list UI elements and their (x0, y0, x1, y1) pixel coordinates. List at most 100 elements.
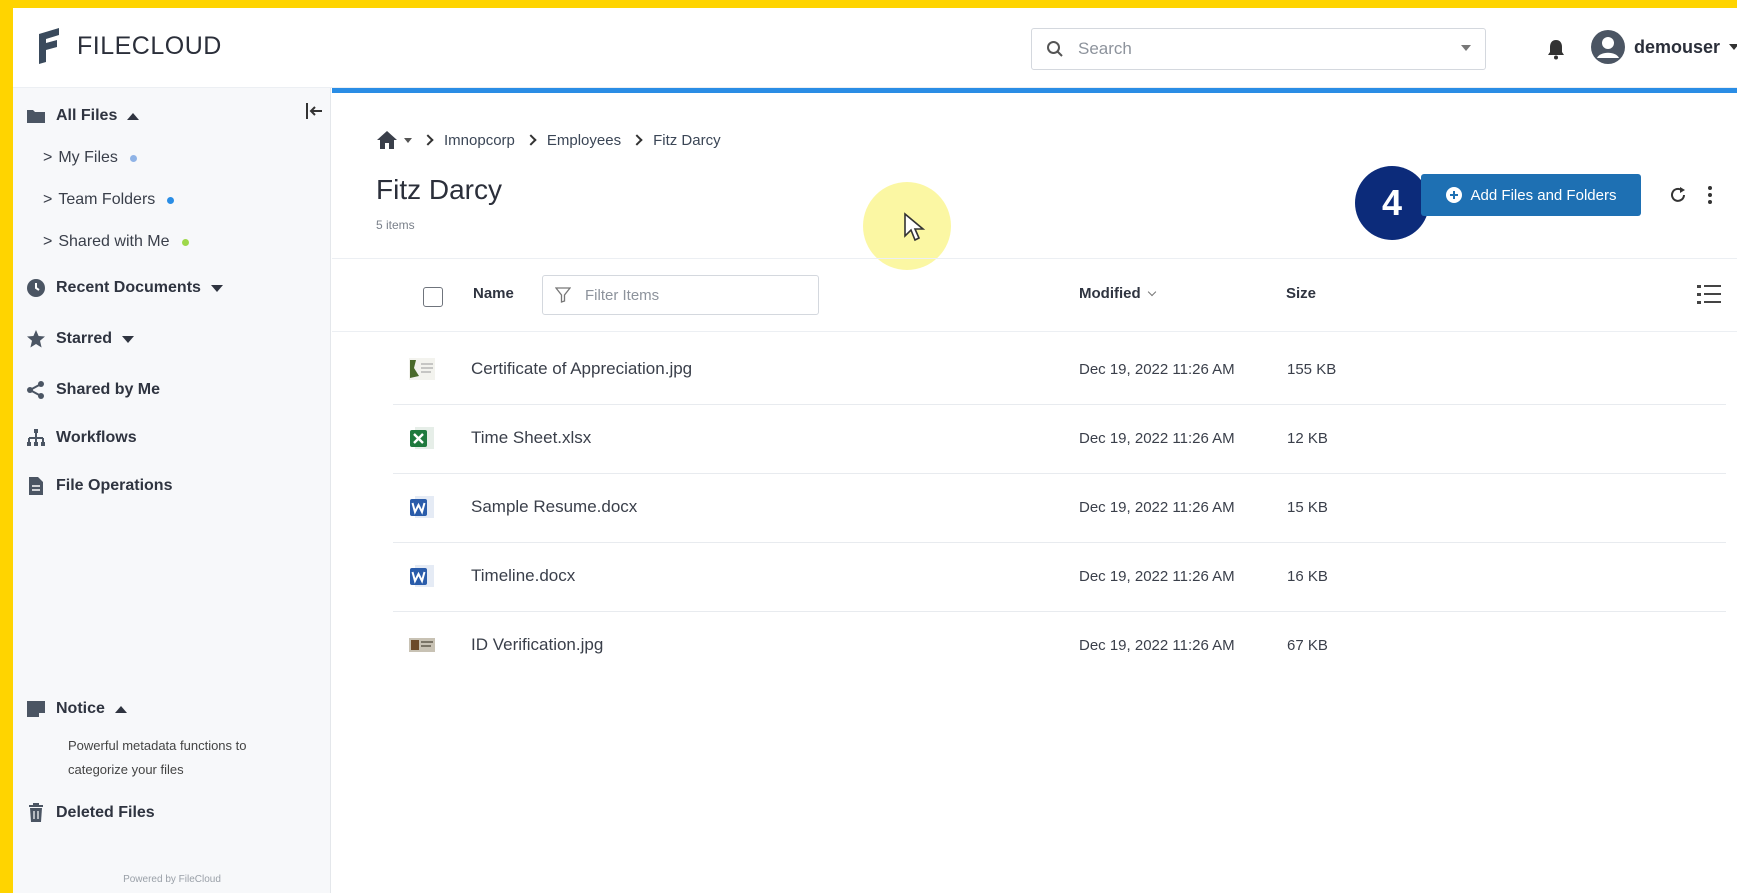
breadcrumb: Imnopcorp Employees Fitz Darcy (376, 130, 721, 150)
chevron-right-icon: > (43, 191, 53, 208)
search-box[interactable] (1031, 28, 1486, 70)
sidebar-item-starred[interactable]: Starred (26, 329, 135, 349)
file-name[interactable]: Certificate of Appreciation.jpg (471, 359, 692, 379)
word-file-icon (410, 565, 434, 587)
column-header-size[interactable]: Size (1286, 285, 1316, 302)
file-name[interactable]: ID Verification.jpg (471, 635, 603, 655)
plus-circle-icon (1445, 187, 1462, 203)
main-panel: Imnopcorp Employees Fitz Darcy Fitz Darc… (332, 88, 1737, 893)
sidebar-item-my-files[interactable]: > My Files (43, 149, 137, 167)
sidebar-item-all-files[interactable]: All Files (26, 106, 140, 126)
loading-progress-bar (332, 88, 1737, 93)
refresh-icon[interactable] (1668, 185, 1688, 205)
column-header-modified[interactable]: Modified (1079, 285, 1156, 302)
file-list: Certificate of Appreciation.jpg Dec 19, … (393, 336, 1726, 681)
sidebar-item-shared-with-me[interactable]: > Shared with Me (43, 233, 189, 251)
sidebar-item-team-folders[interactable]: > Team Folders (43, 191, 175, 209)
file-modified: Dec 19, 2022 11:26 AM (1079, 499, 1235, 516)
file-modified: Dec 19, 2022 11:26 AM (1079, 430, 1235, 447)
file-table-header: Name Modified Size (332, 258, 1737, 332)
filter-icon (555, 287, 571, 303)
file-name[interactable]: Timeline.docx (471, 566, 575, 586)
file-size: 67 KB (1287, 637, 1328, 654)
powered-by-footer: Powered by FileCloud (123, 874, 221, 885)
filter-items-input[interactable] (585, 286, 805, 304)
image-thumbnail-icon (409, 358, 435, 380)
item-count: 5 items (376, 218, 415, 232)
logo-text: FILECLOUD (77, 31, 222, 60)
chevron-down-icon (122, 335, 135, 343)
sidebar-item-shared-by-me[interactable]: Shared by Me (26, 380, 160, 400)
breadcrumb-link-employees[interactable]: Employees (547, 132, 621, 149)
notice-message: Powerful metadata functions to categoriz… (68, 738, 247, 777)
word-file-icon (410, 496, 434, 518)
workflow-icon (27, 429, 45, 446)
chevron-down-icon (210, 284, 223, 292)
table-row[interactable]: Timeline.docx Dec 19, 2022 11:26 AM 16 K… (393, 543, 1726, 612)
file-modified: Dec 19, 2022 11:26 AM (1079, 637, 1235, 654)
filecloud-logo-icon (39, 28, 59, 64)
status-dot (181, 238, 189, 246)
breadcrumb-link-imnopcorp[interactable]: Imnopcorp (444, 132, 515, 149)
sidebar-item-deleted-files[interactable]: Deleted Files (26, 803, 155, 823)
mouse-cursor-icon (904, 212, 926, 242)
sort-caret-icon (1147, 287, 1156, 297)
notification-bell-icon[interactable] (1546, 38, 1566, 60)
column-header-name[interactable]: Name (473, 285, 514, 302)
trash-icon (29, 803, 43, 822)
chevron-right-icon (631, 134, 643, 146)
top-bar: FILECLOUD demouser (13, 8, 1737, 88)
file-icon (29, 477, 43, 495)
user-avatar-icon (1591, 30, 1625, 64)
file-size: 155 KB (1287, 361, 1337, 378)
add-files-and-folders-button[interactable]: Add Files and Folders (1421, 174, 1641, 216)
select-all-checkbox[interactable] (423, 287, 443, 307)
status-dot (167, 196, 175, 204)
share-icon (27, 381, 44, 399)
chevron-right-icon: > (43, 149, 53, 166)
folder-icon (27, 110, 45, 123)
user-menu[interactable]: demouser (1591, 30, 1737, 64)
chevron-right-icon (422, 134, 434, 146)
chevron-up-icon (127, 112, 140, 120)
file-modified: Dec 19, 2022 11:26 AM (1079, 361, 1235, 378)
sidebar-item-file-operations[interactable]: File Operations (26, 476, 172, 496)
filecloud-logo[interactable]: FILECLOUD (35, 28, 222, 64)
more-options-icon[interactable] (1706, 184, 1714, 206)
chevron-down-icon (1729, 44, 1737, 50)
clock-icon (27, 279, 45, 297)
notice-icon (27, 701, 45, 717)
file-name[interactable]: Time Sheet.xlsx (471, 428, 591, 448)
table-row[interactable]: Time Sheet.xlsx Dec 19, 2022 11:26 AM 12… (393, 405, 1726, 474)
file-name[interactable]: Sample Resume.docx (471, 497, 637, 517)
status-dot (129, 154, 137, 162)
table-row[interactable]: Certificate of Appreciation.jpg Dec 19, … (393, 336, 1726, 405)
file-size: 12 KB (1287, 430, 1328, 447)
collapse-sidebar-icon[interactable] (303, 100, 325, 122)
breadcrumb-current: Fitz Darcy (653, 131, 721, 149)
search-input[interactable] (1078, 39, 1438, 59)
file-modified: Dec 19, 2022 11:26 AM (1079, 568, 1235, 585)
home-icon[interactable] (376, 130, 398, 150)
chevron-up-icon (114, 705, 127, 713)
file-size: 16 KB (1287, 568, 1328, 585)
sidebar-item-notice[interactable]: Notice (26, 699, 127, 719)
table-row[interactable]: ID Verification.jpg Dec 19, 2022 11:26 A… (393, 612, 1726, 681)
star-icon (27, 330, 45, 348)
sidebar: All Files > My Files > Team Folders > Sh… (13, 88, 331, 893)
image-thumbnail-icon (409, 638, 435, 652)
sidebar-item-recent-documents[interactable]: Recent Documents (26, 278, 223, 298)
sidebar-item-workflows[interactable]: Workflows (26, 428, 137, 448)
username: demouser (1634, 36, 1721, 57)
home-dropdown-caret-icon[interactable] (404, 137, 412, 143)
list-view-icon[interactable] (1696, 283, 1722, 305)
file-size: 15 KB (1287, 499, 1328, 516)
filter-box[interactable] (542, 275, 819, 315)
step-number-badge: 4 (1355, 166, 1429, 240)
page-title: Fitz Darcy (376, 174, 502, 205)
search-dropdown-caret-icon[interactable] (1461, 45, 1471, 51)
filecloud-app: FILECLOUD demouser (13, 8, 1737, 893)
excel-file-icon (410, 427, 434, 449)
chevron-right-icon: > (43, 233, 53, 250)
table-row[interactable]: Sample Resume.docx Dec 19, 2022 11:26 AM… (393, 474, 1726, 543)
